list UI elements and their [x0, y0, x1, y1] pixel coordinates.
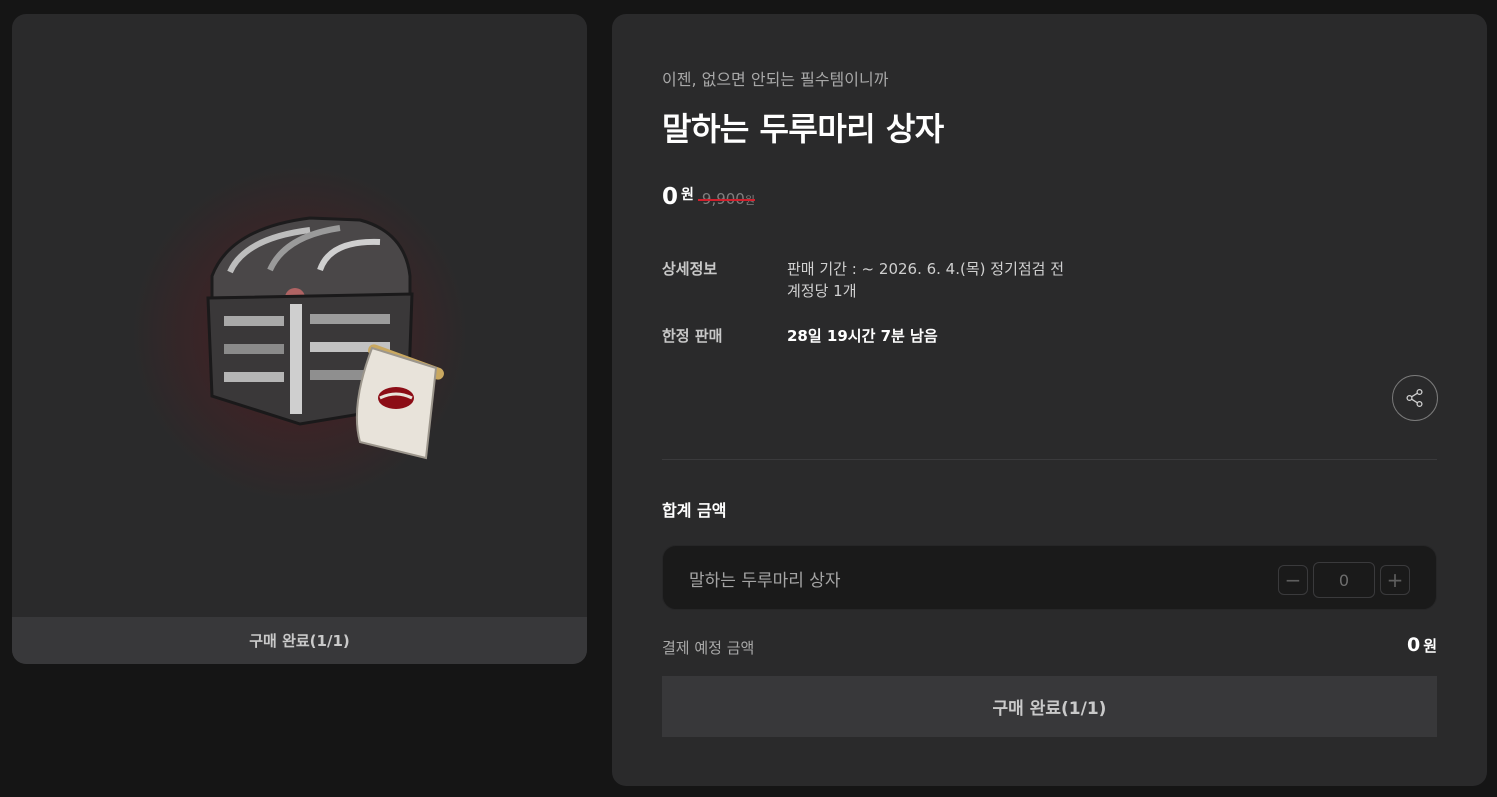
limited-sale-label: 한정 판매: [662, 327, 723, 345]
quantity-selector-box: 말하는 두루마리 상자 − +: [662, 545, 1437, 610]
product-info-panel: 이젠, 없으면 안되는 필수템이니까 말하는 두루마리 상자 0 원 9,900…: [612, 14, 1487, 786]
original-price-value: 9,900: [701, 190, 745, 208]
payment-amount-value: 0: [1406, 634, 1421, 656]
detail-info-label: 상세정보: [662, 260, 718, 278]
total-amount-label: 합계 금액: [662, 501, 727, 520]
sale-period-text: 판매 기간 : ~ 2026. 6. 4.(목) 정기점검 전: [787, 260, 1065, 278]
payment-amount-unit: 원: [1423, 637, 1437, 655]
product-image-card: 구매 완료(1/1): [12, 14, 587, 664]
share-icon: [1406, 388, 1423, 408]
increase-quantity-button[interactable]: +: [1380, 565, 1410, 595]
price-row: 0 원 9,900원: [662, 184, 756, 210]
detail-info-row: 상세정보 판매 기간 : ~ 2026. 6. 4.(목) 정기점검 전 계정당…: [662, 258, 1064, 302]
purchase-button[interactable]: 구매 완료(1/1): [662, 676, 1437, 737]
quantity-input[interactable]: [1313, 562, 1375, 598]
share-button[interactable]: [1392, 375, 1438, 421]
purchase-status-label: 구매 완료(1/1): [12, 617, 587, 664]
purchase-limit-text: 계정당 1개: [787, 282, 857, 300]
decrease-quantity-button[interactable]: −: [1278, 565, 1308, 595]
order-item-name: 말하는 두루마리 상자: [689, 571, 841, 591]
quantity-stepper: − +: [1278, 562, 1410, 598]
section-divider: [662, 459, 1437, 460]
original-price-unit: 원: [744, 194, 755, 207]
product-title: 말하는 두루마리 상자: [662, 110, 944, 148]
payment-amount: 0 원: [1407, 634, 1437, 656]
original-price: 9,900원: [697, 190, 756, 208]
limited-sale-countdown: 28일 19시간 7분 남음: [787, 327, 938, 345]
limited-sale-row: 한정 판매 28일 19시간 7분 남음: [662, 325, 938, 347]
scroll-icon: [355, 344, 444, 460]
detail-info-values: 판매 기간 : ~ 2026. 6. 4.(목) 정기점검 전 계정당 1개: [787, 258, 1064, 302]
current-price: 0: [662, 184, 679, 210]
treasure-chest-icon: [206, 216, 444, 460]
current-price-unit: 원: [681, 187, 694, 203]
payment-amount-label: 결제 예정 금액: [662, 639, 755, 657]
product-tagline: 이젠, 없으면 안되는 필수템이니까: [662, 70, 889, 89]
product-visual: [12, 14, 587, 617]
